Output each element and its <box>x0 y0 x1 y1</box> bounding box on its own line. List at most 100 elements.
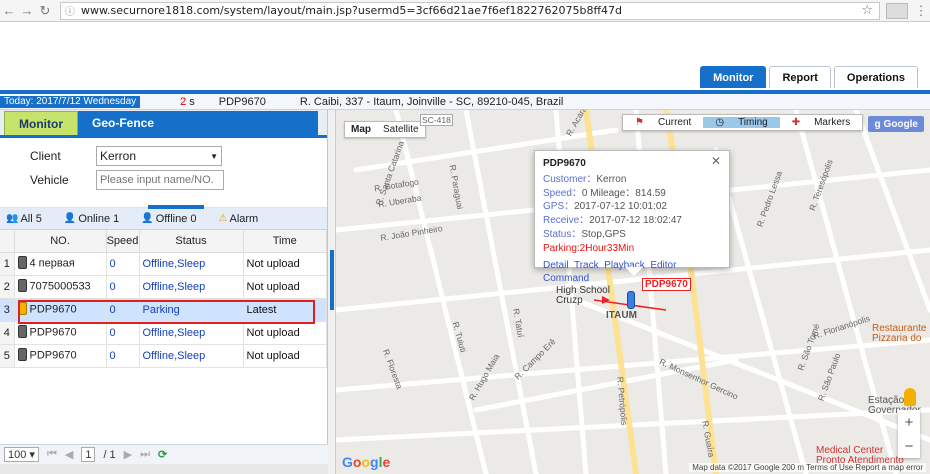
first-page-icon[interactable]: ⏮ <box>47 448 57 461</box>
left-panel: Monitor Geo-Fence Client Kerron ▼ Vehicl… <box>0 110 328 474</box>
nav-operations[interactable]: Operations <box>833 66 918 88</box>
vehicle-search-input[interactable] <box>96 170 224 190</box>
star-icon[interactable]: ☆ <box>861 3 873 18</box>
vehicle-marker-icon[interactable] <box>627 291 635 309</box>
filter-online[interactable]: 👤 Online 1 <box>64 213 119 225</box>
flag-icon: ⚑ <box>635 117 644 128</box>
prev-page-icon[interactable]: ◀ <box>65 448 73 461</box>
col-status[interactable]: Status <box>139 230 244 253</box>
popup-status: Stop,GPS <box>581 228 626 240</box>
link-playback[interactable]: Playback <box>604 260 645 271</box>
google-icon: g <box>874 118 881 130</box>
back-icon[interactable]: ← <box>0 3 18 18</box>
car-icon <box>17 256 27 269</box>
seconds-unit: s <box>189 95 195 108</box>
tab-geo-fence[interactable]: Geo-Fence <box>78 111 318 135</box>
last-page-icon[interactable]: ⏭ <box>140 448 150 461</box>
close-icon[interactable]: ✕ <box>711 154 721 169</box>
status-bar: Today: 2017/7/12 Wednesday 2 s PDP9670 R… <box>0 94 930 110</box>
client-label: Client <box>30 149 61 163</box>
map-tools: ⚑ Current ◷ Timing ✚ Markers <box>622 114 864 131</box>
client-select[interactable]: Kerron ▼ <box>96 146 222 166</box>
popup-links: Detail Track Playback Editor Command <box>543 259 721 287</box>
page-size-select[interactable]: 100 ▾ <box>4 447 39 462</box>
nav-report[interactable]: Report <box>769 66 831 88</box>
clock-icon: ◷ <box>715 117 725 128</box>
user-icon: 👤 <box>141 213 154 224</box>
table-row[interactable]: 5 PDP9670 0 Offline,Sleep Not upload <box>0 344 327 368</box>
col-speed[interactable]: Speed <box>106 230 140 253</box>
menu-icon[interactable]: ⋮ <box>912 3 930 19</box>
info-icon: ⓘ <box>65 7 75 18</box>
col-no[interactable]: NO. <box>14 230 107 253</box>
vehicle-info-popup: ✕ PDP9670 Customer：Kerron Speed：0 Mileag… <box>534 150 730 284</box>
splitter-handle[interactable] <box>330 250 334 310</box>
filter-all[interactable]: 👥 All 5 <box>6 213 42 225</box>
poi-itaum: ITAUM <box>606 310 637 321</box>
car-icon <box>17 279 27 292</box>
status-vehicle: PDP9670 <box>218 95 266 108</box>
reload-icon[interactable]: ↻ <box>36 3 54 19</box>
status-filters: 👥 All 5 👤 Online 1 👤 Offline 0 ⚠ Alarm <box>0 208 327 230</box>
status-address: R. Caibi, 337 - Itaum, Joinville - SC, 8… <box>299 95 564 108</box>
next-page-icon[interactable]: ▶ <box>124 448 132 461</box>
zoom-in-icon[interactable]: + <box>905 414 914 431</box>
browser-toolbar: ← → ↻ ⓘ www.securnore1818.com/system/lay… <box>0 0 930 22</box>
pegman-icon[interactable] <box>904 388 916 406</box>
vehicle-table: NO. Speed Status Time 1 4 первая 0 Offli… <box>0 230 327 368</box>
zoom-out-icon[interactable]: − <box>905 438 914 455</box>
tab-monitor[interactable]: Monitor <box>4 111 78 135</box>
chevron-down-icon: ▼ <box>210 151 218 161</box>
link-detail[interactable]: Detail <box>543 260 569 271</box>
url-text: www.securnore1818.com/system/layout/main… <box>81 4 623 17</box>
filter-form: Client Kerron ▼ Vehicle <box>0 138 327 209</box>
table-row[interactable]: 4 PDP9670 0 Offline,Sleep Not upload <box>0 321 327 345</box>
pagination: 100 ▾ ⏮ ◀ 1 / 1 ▶ ⏭ ⟳ <box>0 444 328 464</box>
collapse-handle[interactable] <box>148 205 204 209</box>
marker-icon: ✚ <box>791 117 801 128</box>
filter-offline[interactable]: 👤 Offline 0 <box>141 213 196 225</box>
highlight-box <box>18 300 315 324</box>
map-attribution: Map data ©2017 Google 200 m Terms of Use… <box>689 463 926 472</box>
map-type-satellite[interactable]: Satellite <box>377 124 425 135</box>
map-type-map[interactable]: Map <box>345 124 377 135</box>
google-logo: Google <box>342 454 391 470</box>
table-row[interactable]: 1 4 первая 0 Offline,Sleep Not upload <box>0 252 327 276</box>
app-header: Monitor Report Operations <box>0 22 930 94</box>
popup-receive: 2017-07-12 18:02:47 <box>589 215 682 227</box>
poi-restaurant: Restaurante Pizzaria do <box>872 323 927 344</box>
refresh-seconds: 2 <box>180 95 187 108</box>
top-nav: Monitor Report Operations <box>700 66 918 88</box>
panel-splitter[interactable] <box>328 110 336 474</box>
tool-current[interactable]: ⚑ Current <box>623 117 703 128</box>
page-input[interactable]: 1 <box>81 447 96 462</box>
refresh-icon[interactable]: ⟳ <box>158 448 167 461</box>
nav-monitor[interactable]: Monitor <box>700 66 767 88</box>
address-bar[interactable]: ⓘ www.securnore1818.com/system/layout/ma… <box>60 1 880 20</box>
vehicle-plate-label: PDP9670 <box>642 278 691 291</box>
left-tabs: Monitor Geo-Fence <box>0 110 327 138</box>
filter-alarm[interactable]: ⚠ Alarm <box>219 213 259 225</box>
col-time[interactable]: Time <box>243 230 327 253</box>
link-command[interactable]: Command <box>543 273 589 284</box>
today-label: Today: 2017/7/12 Wednesday <box>0 95 141 108</box>
forward-icon[interactable]: → <box>18 3 36 18</box>
link-editor[interactable]: Editor <box>650 260 676 271</box>
car-icon <box>17 325 27 338</box>
extension-icon[interactable] <box>886 2 908 19</box>
road-shield: SC-418 <box>420 114 453 126</box>
google-button[interactable]: g Google <box>868 116 924 132</box>
popup-gps: 2017-07-12 10:01:02 <box>574 201 667 213</box>
horizontal-scrollbar[interactable] <box>0 464 328 474</box>
zoom-control: + − <box>898 410 920 458</box>
tool-markers[interactable]: ✚ Markers <box>780 117 863 128</box>
link-track[interactable]: Track <box>574 260 599 271</box>
popup-title: PDP9670 <box>543 158 586 169</box>
vehicle-label: Vehicle <box>30 173 69 187</box>
poi-school: High School Cruzp <box>556 285 610 306</box>
car-icon <box>17 348 27 361</box>
tool-timing[interactable]: ◷ Timing <box>703 117 780 128</box>
map-view[interactable]: Map Satellite ⚑ Current ◷ Timing ✚ Markers … <box>336 110 930 474</box>
table-row[interactable]: 2 7075000533 0 Offline,Sleep Not upload <box>0 275 327 299</box>
user-icon: 👤 <box>63 213 77 224</box>
